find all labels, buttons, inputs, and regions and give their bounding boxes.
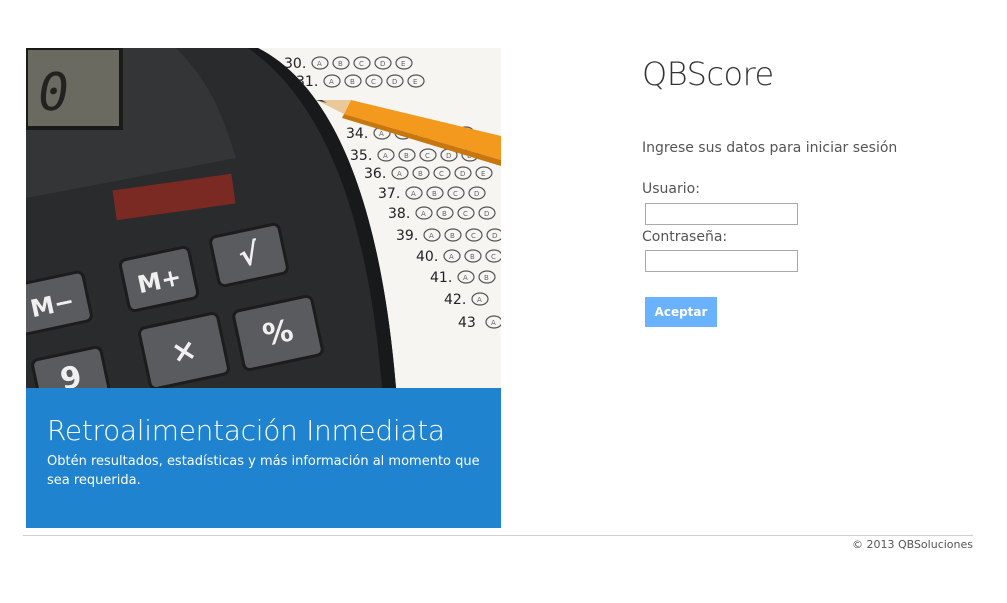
- calculator-display: 0: [26, 48, 123, 130]
- hero-description: Obtén resultados, estadísticas y más inf…: [47, 454, 480, 488]
- sheet-row-number: 40.: [416, 249, 438, 265]
- sheet-bubble-letter: A: [317, 60, 322, 68]
- sheet-row-number: 38.: [388, 206, 410, 222]
- sheet-bubble-letter: E: [413, 78, 417, 86]
- sheet-row-number: 35.: [350, 148, 372, 164]
- sheet-bubble-letter: E: [401, 60, 405, 68]
- sheet-bubble-letter: B: [432, 190, 437, 198]
- sheet-row-number: 39.: [396, 228, 418, 244]
- username-label: Usuario:: [642, 181, 700, 197]
- sheet-bubble-letter: C: [425, 152, 430, 160]
- sheet-bubble-letter: C: [371, 78, 376, 86]
- footer-divider: [23, 535, 973, 536]
- sheet-bubble-letter: D: [446, 152, 451, 160]
- sheet-bubble-letter: B: [442, 210, 447, 218]
- username-input[interactable]: [645, 203, 798, 225]
- hero-banner: Retroalimentación Inmediata Obtén result…: [26, 388, 501, 528]
- sheet-bubble-letter: C: [463, 210, 468, 218]
- sheet-bubble-letter: A: [383, 152, 388, 160]
- hero-panel: 30.ABCDE31.ABCDE34.ABCDE35.ABCDE36.ABCDE…: [26, 48, 501, 528]
- login-form: QBScore Ingrese sus datos para iniciar s…: [642, 52, 982, 327]
- password-label: Contraseña:: [642, 229, 728, 245]
- sheet-bubble-letter: C: [359, 60, 364, 68]
- sheet-bubble-letter: C: [439, 170, 444, 178]
- hero-title: Retroalimentación Inmediata: [47, 414, 445, 447]
- calculator-answer-sheet-image: 30.ABCDE31.ABCDE34.ABCDE35.ABCDE36.ABCDE…: [26, 48, 501, 388]
- app-title: QBScore: [642, 55, 774, 93]
- sheet-bubble-letter: C: [491, 253, 496, 261]
- sheet-bubble-letter: A: [463, 274, 468, 282]
- sheet-bubble-letter: C: [453, 190, 458, 198]
- sheet-bubble-letter: A: [411, 190, 416, 198]
- sheet-row-number: 41.: [430, 270, 452, 286]
- copyright-text: © 2013 QBSoluciones: [851, 538, 973, 551]
- sheet-bubble-letter: D: [484, 210, 489, 218]
- login-prompt: Ingrese sus datos para iniciar sesión: [642, 140, 898, 156]
- sheet-bubble-letter: A: [397, 170, 402, 178]
- sheet-row-number: 36.: [364, 166, 386, 182]
- sheet-row-number: 42.: [444, 292, 466, 308]
- sheet-bubble-letter: A: [429, 232, 434, 240]
- sheet-bubble-letter: A: [421, 210, 426, 218]
- sheet-bubble-letter: A: [329, 78, 334, 86]
- password-input[interactable]: [645, 250, 798, 272]
- submit-button[interactable]: Aceptar: [645, 297, 717, 327]
- sheet-row-number: 37.: [378, 186, 400, 202]
- sheet-bubble-letter: A: [477, 296, 482, 304]
- sheet-row-number: 43: [458, 315, 476, 331]
- sheet-bubble-letter: D: [392, 78, 397, 86]
- sheet-bubble-letter: B: [404, 152, 409, 160]
- sheet-bubble-letter: B: [470, 253, 475, 261]
- sheet-bubble-letter: B: [338, 60, 343, 68]
- sheet-bubble-letter: E: [481, 170, 485, 178]
- sheet-bubble-letter: D: [380, 60, 385, 68]
- sheet-bubble-letter: C: [471, 232, 476, 240]
- sheet-bubble-letter: B: [484, 274, 489, 282]
- sheet-bubble-letter: A: [491, 319, 496, 327]
- sheet-row-number: 34.: [346, 126, 368, 142]
- sheet-bubble-letter: B: [418, 170, 423, 178]
- sheet-bubble-letter: A: [449, 253, 454, 261]
- sheet-bubble-letter: B: [450, 232, 455, 240]
- sheet-bubble-letter: B: [350, 78, 355, 86]
- sheet-bubble-letter: D: [474, 190, 479, 198]
- sheet-bubble-letter: A: [379, 130, 384, 138]
- sheet-bubble-letter: D: [460, 170, 465, 178]
- sheet-bubble-letter: D: [492, 232, 497, 240]
